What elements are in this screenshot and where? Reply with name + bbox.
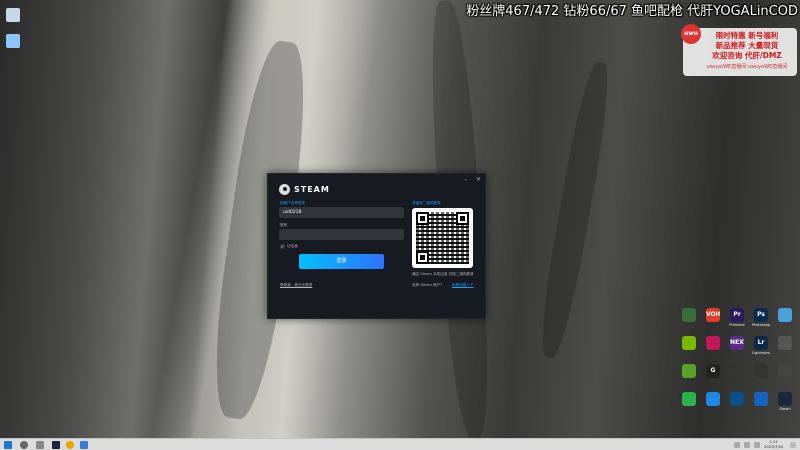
remember-me-label: 记住我 <box>287 244 298 248</box>
nvidia-shortcut[interactable] <box>680 336 698 364</box>
app-19-icon <box>754 392 768 406</box>
app-5-icon <box>778 308 792 322</box>
app-19-shortcut[interactable] <box>752 392 770 420</box>
qr-label: 或者用二维码登录 <box>412 201 441 205</box>
promo-line: 欢迎咨询 代肝/DMZ <box>712 51 782 60</box>
password-input[interactable] <box>279 229 404 240</box>
tray-icon[interactable] <box>734 442 740 448</box>
shortcut-label: Steam <box>779 407 791 411</box>
app-voice-shortcut[interactable]: VOICE <box>704 308 722 336</box>
notification-icon[interactable] <box>790 442 796 448</box>
app-17-icon <box>706 392 720 406</box>
lightroom-icon: Lr <box>754 336 768 350</box>
remember-me-checkbox[interactable]: ✓ <box>280 244 285 249</box>
taskbar: 1:11 2023/7/22 <box>0 438 800 450</box>
rock-shadow <box>534 59 616 361</box>
qr-pattern <box>416 212 469 264</box>
next-icon: NEXT <box>730 336 744 350</box>
steam-header: STEAM <box>279 184 330 195</box>
login-button[interactable]: 登录 <box>299 254 384 269</box>
qr-finder <box>416 212 429 225</box>
app-13-icon <box>730 364 744 378</box>
windows-start-icon[interactable] <box>4 441 12 449</box>
steam-icon-grid-icon <box>778 392 792 406</box>
app-1-icon <box>682 308 696 322</box>
tray-icon[interactable] <box>744 442 750 448</box>
promo-badge: uwu <box>681 24 701 44</box>
premiere-shortcut[interactable]: Pr Premiere <box>728 308 746 336</box>
clock-date[interactable]: 2023/7/22 <box>764 444 783 449</box>
steam-logo-icon <box>279 184 290 195</box>
shortcut-label: Photoshop <box>751 323 771 327</box>
desktop-icon-grid: VOICE PrPremiere PsPhotoshop NEXT LrLightroo… <box>680 308 798 420</box>
task-view-icon[interactable] <box>36 441 44 449</box>
app-7-icon <box>706 336 720 350</box>
streamer-overlay-text: 粉丝牌467/472 钻粉66/67 鱼吧配枪 代肝YOGALinCOD <box>466 4 798 19</box>
account-label: 用账户名称登录 <box>280 201 306 205</box>
qr-hint: 通过 Steam 手机应用 扫描二维码登录 <box>412 272 474 276</box>
search-icon[interactable] <box>20 441 28 449</box>
promo-footer: uwuyoWE直播间 uwuyoWE直播间 <box>706 64 788 70</box>
app-taskbar-icon[interactable] <box>80 441 88 449</box>
geforce-icon <box>682 364 696 378</box>
create-account-link[interactable]: 免费创建一个 <box>452 283 474 288</box>
qr-finder <box>456 212 469 225</box>
minimize-icon[interactable]: – <box>464 176 467 183</box>
app-10-shortcut[interactable] <box>776 336 794 364</box>
app-14-icon <box>754 364 768 378</box>
account-name-input[interactable]: uid0218 <box>279 207 404 218</box>
geforce-shortcut[interactable] <box>680 364 698 392</box>
app-18-shortcut[interactable] <box>728 392 746 420</box>
help-login-link[interactable]: 帮助我，我无法登录 <box>280 283 312 288</box>
steam-taskbar-icon[interactable] <box>52 441 60 449</box>
app-1-shortcut[interactable] <box>680 308 698 336</box>
photoshop-shortcut[interactable]: Ps Photoshop <box>752 308 770 336</box>
app-18-icon <box>730 392 744 406</box>
logitech-icon: G <box>706 364 720 378</box>
nvidia-icon <box>682 336 696 350</box>
recycle-bin-icon[interactable] <box>6 8 20 22</box>
promo-line: 新品推荐 大量现货 <box>715 41 779 50</box>
promo-overlay: uwu 限时特惠 新号福利 新品推荐 大量现货 欢迎咨询 代肝/DMZ uwuy… <box>681 24 797 76</box>
app-voice-icon: VOICE <box>706 308 720 322</box>
wechat-icon <box>682 392 696 406</box>
promo-line: 限时特惠 新号福利 <box>715 31 779 40</box>
qr-finder <box>416 251 429 264</box>
lightroom-shortcut[interactable]: Lr Lightroom <box>752 336 770 364</box>
shortcut-label: Premiere <box>729 323 745 327</box>
app-5-shortcut[interactable] <box>776 308 794 336</box>
steam-title: STEAM <box>294 185 330 194</box>
app-13-shortcut[interactable] <box>728 364 746 392</box>
close-icon[interactable]: ✕ <box>476 176 481 183</box>
app-7-shortcut[interactable] <box>704 336 722 364</box>
qr-code <box>412 208 473 268</box>
logitech-shortcut[interactable]: G <box>704 364 722 392</box>
steam-icon-grid-shortcut[interactable]: Steam <box>776 392 794 420</box>
next-shortcut[interactable]: NEXT <box>728 336 746 364</box>
this-pc-icon[interactable] <box>6 34 20 48</box>
chrome-icon[interactable] <box>66 441 74 449</box>
tray-icon[interactable] <box>754 442 760 448</box>
app-14-shortcut[interactable] <box>752 364 770 392</box>
premiere-icon: Pr <box>730 308 744 322</box>
shortcut-label: Lightroom <box>752 351 770 355</box>
photoshop-icon: Ps <box>754 308 768 322</box>
app-15-icon <box>778 364 792 378</box>
app-17-shortcut[interactable] <box>704 392 722 420</box>
no-account-text: 没有 Steam 帐户？ <box>412 283 444 287</box>
app-10-icon <box>778 336 792 350</box>
password-label: 密码 <box>280 223 288 227</box>
app-15-shortcut[interactable] <box>776 364 794 392</box>
wechat-shortcut[interactable] <box>680 392 698 420</box>
